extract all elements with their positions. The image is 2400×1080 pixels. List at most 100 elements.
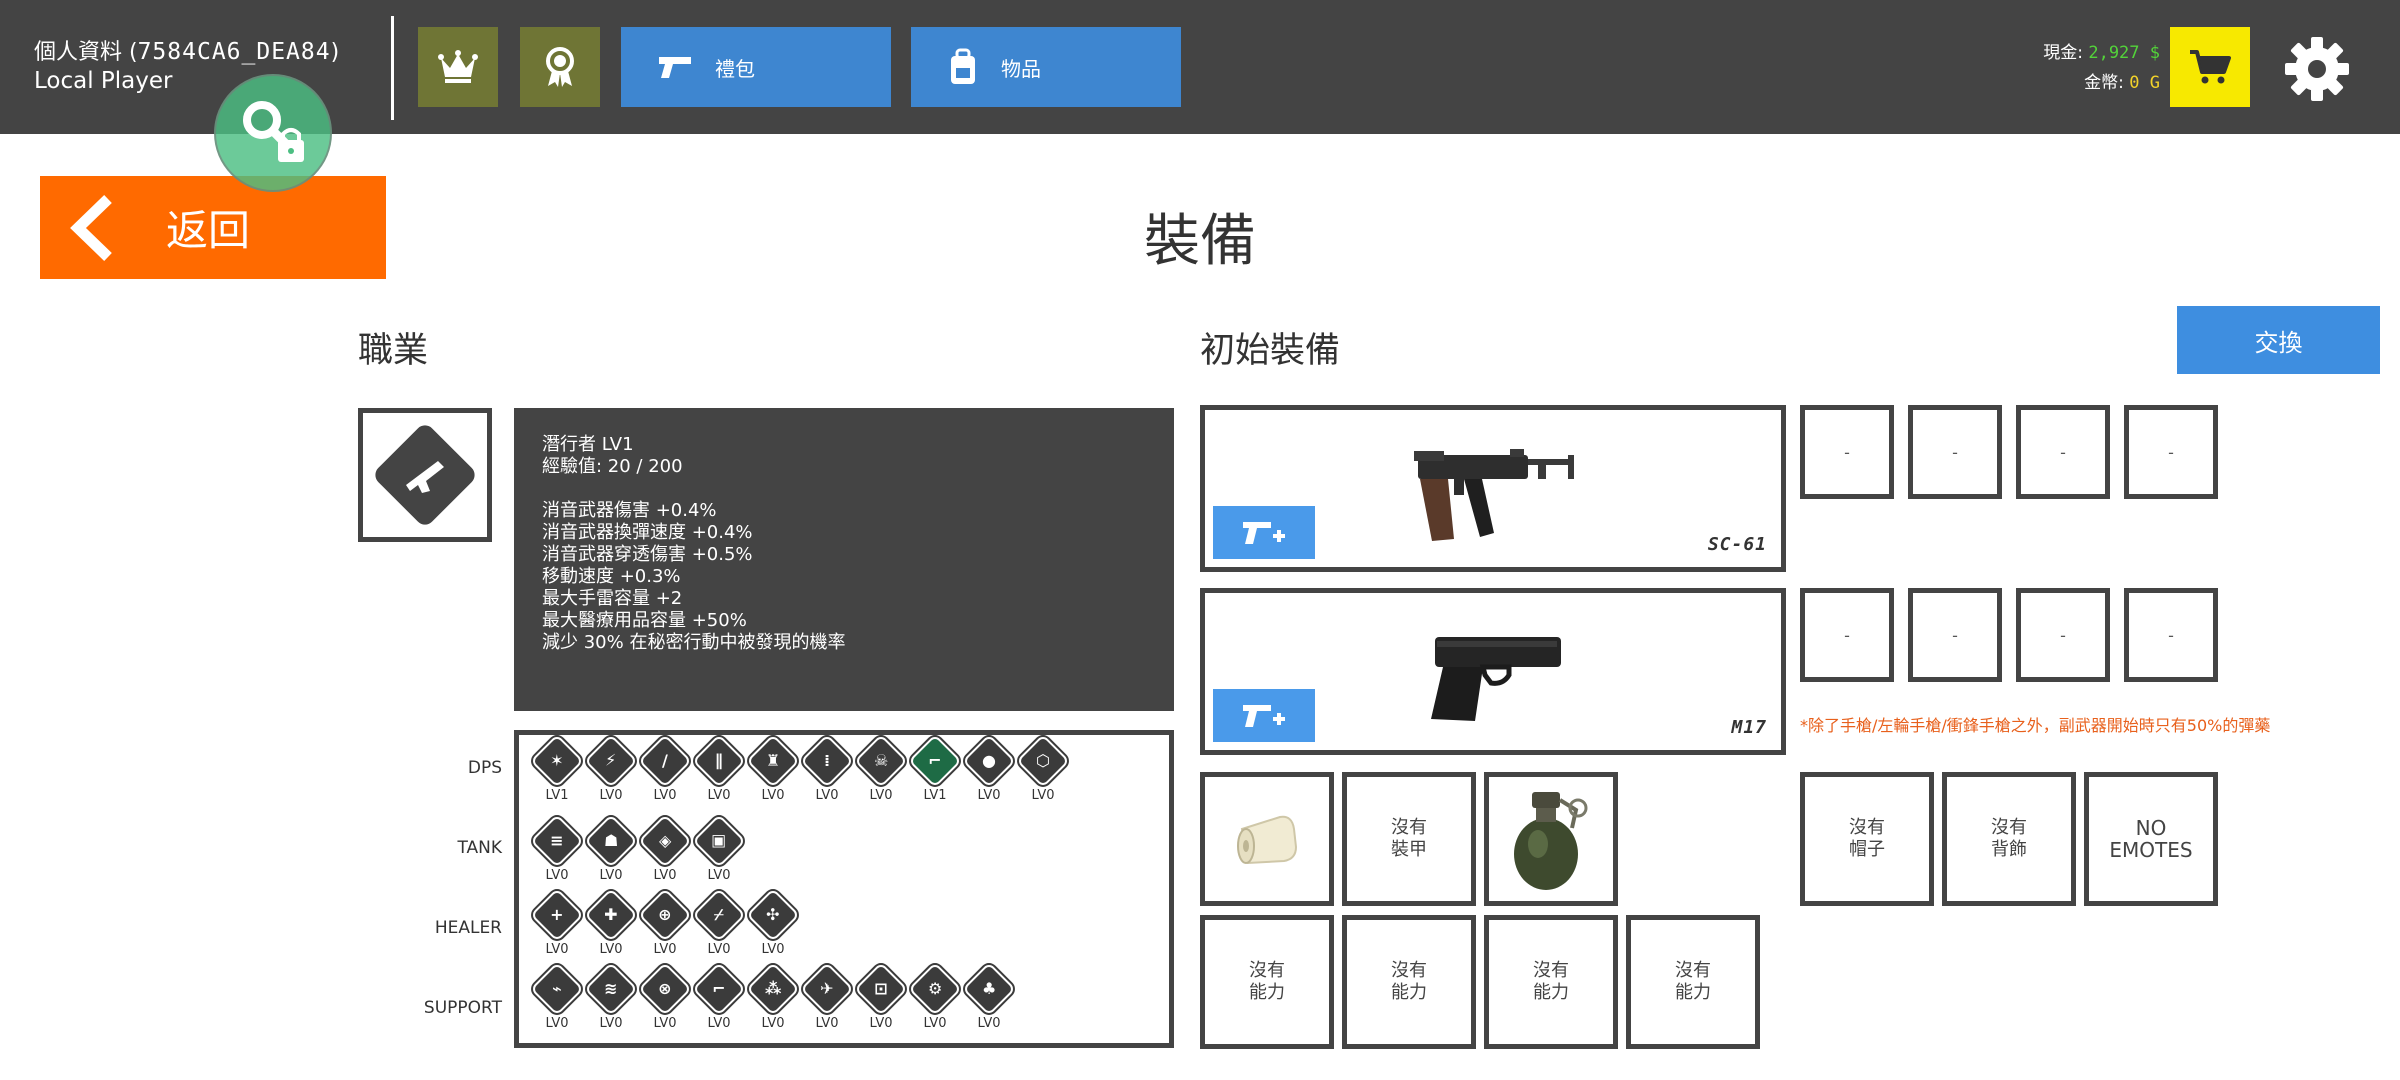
secondary-weapon-name: M17: [1731, 717, 1767, 738]
tab-loadout-label: 禮包: [715, 56, 755, 81]
skill-level: LV0: [599, 1016, 623, 1031]
crown-icon: [438, 50, 478, 83]
skill-dps[interactable]: ☠ LV0: [855, 736, 907, 803]
skill-level: LV1: [545, 788, 569, 803]
skill-support[interactable]: ⊡ LV0: [855, 964, 907, 1031]
skill-support[interactable]: ⁂ LV0: [747, 964, 799, 1031]
secondary-attachment-slot[interactable]: -: [1800, 588, 1894, 682]
profile-id: 7584CA6_DEA84: [137, 39, 331, 65]
skill-diamond: ☗: [586, 816, 636, 866]
secondary-attachment-slot[interactable]: -: [2124, 588, 2218, 682]
skill-support[interactable]: ⌐ LV0: [693, 964, 745, 1031]
ability-slot-line: 能力: [1675, 982, 1711, 1003]
add-attachment-button[interactable]: [1213, 689, 1315, 742]
skill-level: LV0: [653, 868, 677, 883]
primary-attachment-slot[interactable]: -: [1908, 405, 2002, 499]
tab-items[interactable]: 物品: [911, 27, 1181, 107]
secondary-attachment-slot[interactable]: -: [1908, 588, 2002, 682]
class-icon-button[interactable]: [358, 408, 492, 542]
skill-dps[interactable]: ⬡ LV0: [1017, 736, 1069, 803]
primary-attachment-slot[interactable]: -: [1800, 405, 1894, 499]
role-label-support: SUPPORT: [423, 998, 502, 1018]
skill-dps[interactable]: / LV0: [639, 736, 691, 803]
skill-tank[interactable]: ▣ LV0: [693, 816, 745, 883]
class-bonus: 最大醫療用品容量 +50%: [542, 610, 747, 631]
skill-level: LV0: [923, 1016, 947, 1031]
skill-icon: ✈: [820, 979, 834, 998]
skill-dps[interactable]: ♜ LV0: [747, 736, 799, 803]
skill-healer[interactable]: ⊕ LV0: [639, 890, 691, 957]
skill-diamond: ≡: [532, 816, 582, 866]
ability-slot[interactable]: 沒有 能力: [1342, 915, 1476, 1049]
skill-level: LV0: [599, 788, 623, 803]
class-bonus: 最大手雷容量 +2: [542, 588, 683, 609]
skill-dps[interactable]: ✶ LV1: [531, 736, 583, 803]
skill-level: LV0: [761, 1016, 785, 1031]
add-attachment-button[interactable]: [1213, 506, 1315, 559]
skill-support[interactable]: ⚙ LV0: [909, 964, 961, 1031]
profile-title[interactable]: 個人資料 (7584CA6_DEA84): [34, 34, 339, 66]
skill-dps[interactable]: ⌐ LV1: [909, 736, 961, 803]
medkit-slot[interactable]: [1200, 772, 1334, 906]
skill-healer[interactable]: ✚ LV0: [585, 890, 637, 957]
secondary-weapon-slot[interactable]: M17: [1200, 588, 1786, 755]
skill-tank[interactable]: ☗ LV0: [585, 816, 637, 883]
skill-support[interactable]: ≋ LV0: [585, 964, 637, 1031]
skill-level: LV0: [707, 942, 731, 957]
skill-icon: +: [550, 905, 564, 924]
ability-slot[interactable]: 沒有 能力: [1626, 915, 1760, 1049]
ability-slot[interactable]: 沒有 能力: [1484, 915, 1618, 1049]
skill-dps[interactable]: ⚡ LV0: [585, 736, 637, 803]
skill-icon: ⁞: [823, 750, 831, 770]
skill-icon: ●: [982, 751, 996, 770]
skill-icon: ⌐: [928, 751, 942, 770]
skill-diamond: ✚: [586, 890, 636, 940]
tab-loadout[interactable]: 禮包: [621, 27, 891, 107]
secondary-attachment-slot[interactable]: -: [2016, 588, 2110, 682]
skill-level: LV0: [815, 788, 839, 803]
skill-icon: ♣: [981, 979, 997, 998]
skill-tank[interactable]: ◈ LV0: [639, 816, 691, 883]
emotes-slot[interactable]: NO EMOTES: [2084, 772, 2218, 906]
skill-healer[interactable]: ✣ LV0: [747, 890, 799, 957]
crown-button[interactable]: [418, 27, 498, 107]
skill-support[interactable]: ⊗ LV0: [639, 964, 691, 1031]
primary-attachment-slot[interactable]: -: [2124, 405, 2218, 499]
skill-diamond: ●: [964, 736, 1014, 786]
skill-support[interactable]: ✈ LV0: [801, 964, 853, 1031]
class-name-level: 潛行者 LV1: [542, 434, 634, 455]
skill-level: LV0: [653, 942, 677, 957]
back-accessory-slot-line: 背飾: [1991, 839, 2027, 860]
skill-diamond: ⊗: [640, 964, 690, 1014]
primary-attachment-slot[interactable]: -: [2016, 405, 2110, 499]
key-lock-button[interactable]: [214, 74, 332, 192]
skill-healer[interactable]: + LV0: [531, 890, 583, 957]
ability-slot[interactable]: 沒有 能力: [1200, 915, 1334, 1049]
top-bar: [0, 0, 2400, 134]
skill-diamond: ≋: [586, 964, 636, 1014]
achievement-button[interactable]: [520, 27, 600, 107]
armor-slot[interactable]: 沒有 裝甲: [1342, 772, 1476, 906]
skill-level: LV0: [599, 868, 623, 883]
shop-button[interactable]: [2170, 27, 2250, 107]
primary-weapon-slot[interactable]: SC-61: [1200, 405, 1786, 572]
skill-diamond: ⬡: [1018, 736, 1068, 786]
skill-support[interactable]: ⌁ LV0: [531, 964, 583, 1031]
skill-support[interactable]: ♣ LV0: [963, 964, 1015, 1031]
swap-button[interactable]: 交換: [2177, 306, 2380, 374]
skill-healer[interactable]: ⌿ LV0: [693, 890, 745, 957]
skill-level: LV0: [977, 1016, 1001, 1031]
skill-level: LV0: [707, 788, 731, 803]
settings-button[interactable]: [2282, 34, 2352, 104]
skill-dps[interactable]: ⁞ LV0: [801, 736, 853, 803]
skill-dps[interactable]: ∥ LV0: [693, 736, 745, 803]
skill-icon: ≋: [604, 979, 618, 998]
hat-slot[interactable]: 沒有 帽子: [1800, 772, 1934, 906]
page-title: 裝備: [1144, 209, 1256, 274]
skill-dps[interactable]: ● LV0: [963, 736, 1015, 803]
skill-diamond: ◈: [640, 816, 690, 866]
skill-diamond: /: [640, 736, 690, 786]
grenade-slot[interactable]: [1484, 772, 1618, 906]
back-accessory-slot[interactable]: 沒有 背飾: [1942, 772, 2076, 906]
skill-tank[interactable]: ≡ LV0: [531, 816, 583, 883]
